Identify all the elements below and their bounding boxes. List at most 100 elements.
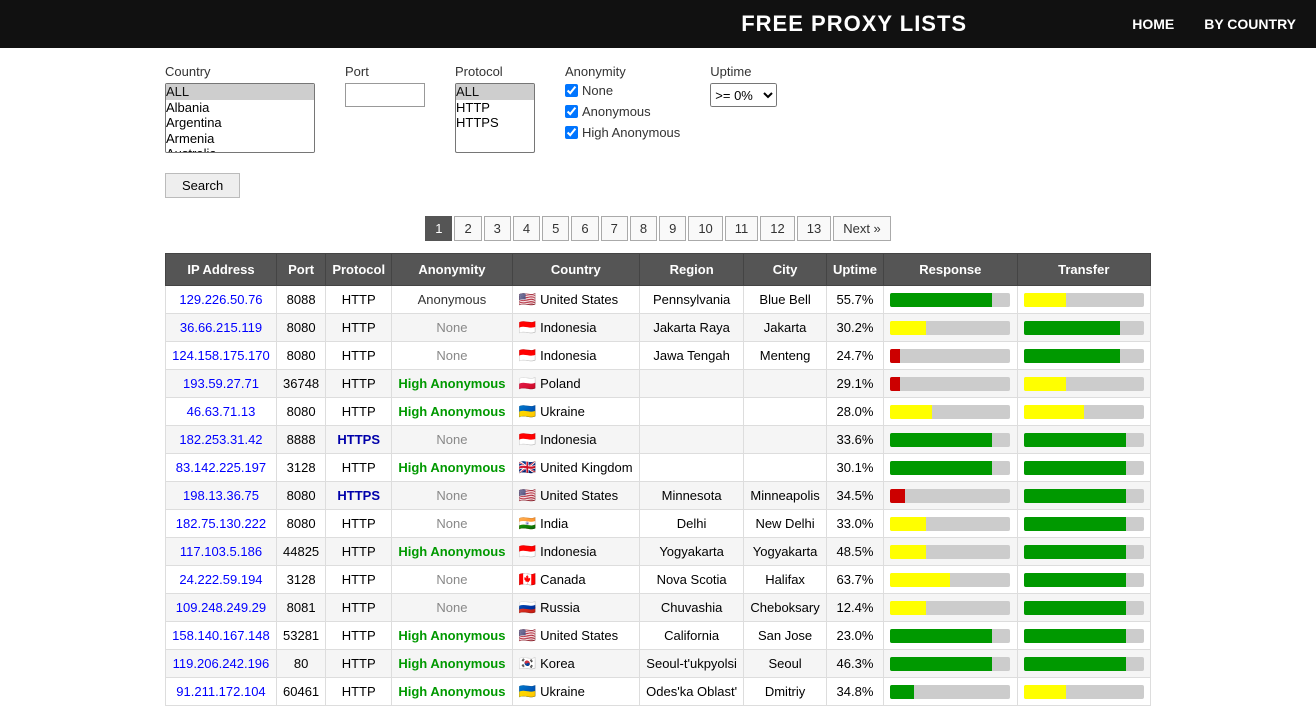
search-button[interactable]: Search <box>165 173 240 198</box>
transfer-bar <box>1024 545 1144 559</box>
country-flag: 🇮🇩 <box>519 347 536 363</box>
page-11[interactable]: 11 <box>725 216 759 241</box>
country-filter: Country ALL Albania Argentina Armenia Au… <box>165 64 315 153</box>
cell-country: 🇷🇺Russia <box>512 594 639 622</box>
transfer-bar <box>1024 629 1144 643</box>
cell-ip[interactable]: 193.59.27.71 <box>166 370 277 398</box>
anonymity-label: Anonymity <box>565 64 680 79</box>
nav-home[interactable]: HOME <box>1132 16 1174 32</box>
country-flag: 🇵🇱 <box>519 375 536 391</box>
response-bar <box>890 685 1010 699</box>
page-1[interactable]: 1 <box>425 216 452 241</box>
cell-port: 36748 <box>276 370 325 398</box>
cell-country: 🇺🇸United States <box>512 482 639 510</box>
table-row: 129.226.50.76 8088 HTTP Anonymous 🇺🇸Unit… <box>166 286 1151 314</box>
transfer-bar <box>1024 489 1144 503</box>
uptime-label: Uptime <box>710 64 777 79</box>
page-6[interactable]: 6 <box>571 216 598 241</box>
cell-region: California <box>639 622 743 650</box>
page-10[interactable]: 10 <box>688 216 722 241</box>
table-row: 193.59.27.71 36748 HTTP High Anonymous 🇵… <box>166 370 1151 398</box>
cell-transfer <box>1017 286 1150 314</box>
page-next[interactable]: Next » <box>833 216 891 241</box>
cell-response <box>884 314 1017 342</box>
col-ip: IP Address <box>166 254 277 286</box>
anon-none-checkbox[interactable] <box>565 84 578 97</box>
cell-ip[interactable]: 91.211.172.104 <box>166 678 277 706</box>
page-9[interactable]: 9 <box>659 216 686 241</box>
cell-country: 🇮🇩Indonesia <box>512 342 639 370</box>
transfer-bar <box>1024 433 1144 447</box>
cell-region: Delhi <box>639 510 743 538</box>
cell-anonymity: None <box>392 314 512 342</box>
table-row: 117.103.5.186 44825 HTTP High Anonymous … <box>166 538 1151 566</box>
cell-ip[interactable]: 83.142.225.197 <box>166 454 277 482</box>
cell-city <box>744 398 827 426</box>
cell-anonymity: High Anonymous <box>392 454 512 482</box>
anon-anonymous-checkbox[interactable] <box>565 105 578 118</box>
cell-uptime: 63.7% <box>826 566 883 594</box>
anon-high-checkbox[interactable] <box>565 126 578 139</box>
cell-country: 🇺🇸United States <box>512 286 639 314</box>
response-bar <box>890 545 1010 559</box>
page-12[interactable]: 12 <box>760 216 794 241</box>
page-2[interactable]: 2 <box>454 216 481 241</box>
cell-uptime: 24.7% <box>826 342 883 370</box>
page-5[interactable]: 5 <box>542 216 569 241</box>
cell-ip[interactable]: 158.140.167.148 <box>166 622 277 650</box>
table-row: 182.253.31.42 8888 HTTPS None 🇮🇩Indonesi… <box>166 426 1151 454</box>
protocol-select[interactable]: ALL HTTP HTTPS <box>455 83 535 153</box>
cell-city: Menteng <box>744 342 827 370</box>
cell-protocol: HTTP <box>326 594 392 622</box>
cell-ip[interactable]: 119.206.242.196 <box>166 650 277 678</box>
filters-section: Country ALL Albania Argentina Armenia Au… <box>0 48 1316 169</box>
protocol-label: Protocol <box>455 64 535 79</box>
cell-ip[interactable]: 182.75.130.222 <box>166 510 277 538</box>
cell-uptime: 46.3% <box>826 650 883 678</box>
country-select[interactable]: ALL Albania Argentina Armenia Australia <box>165 83 315 153</box>
cell-protocol: HTTP <box>326 566 392 594</box>
cell-anonymity: None <box>392 594 512 622</box>
response-bar <box>890 293 1010 307</box>
cell-anonymity: None <box>392 482 512 510</box>
cell-ip[interactable]: 24.222.59.194 <box>166 566 277 594</box>
cell-port: 8080 <box>276 510 325 538</box>
cell-anonymity: None <box>392 566 512 594</box>
port-input[interactable] <box>345 83 425 107</box>
cell-ip[interactable]: 109.248.249.29 <box>166 594 277 622</box>
col-protocol: Protocol <box>326 254 392 286</box>
country-label: Country <box>165 64 315 79</box>
response-bar <box>890 601 1010 615</box>
col-region: Region <box>639 254 743 286</box>
cell-anonymity: High Anonymous <box>392 650 512 678</box>
page-13[interactable]: 13 <box>797 216 831 241</box>
page-7[interactable]: 7 <box>601 216 628 241</box>
anon-anonymous-label[interactable]: Anonymous <box>565 104 680 119</box>
cell-ip[interactable]: 117.103.5.186 <box>166 538 277 566</box>
cell-ip[interactable]: 46.63.71.13 <box>166 398 277 426</box>
cell-city: San Jose <box>744 622 827 650</box>
cell-region: Yogyakarta <box>639 538 743 566</box>
country-flag: 🇮🇳 <box>519 515 536 531</box>
response-bar <box>890 405 1010 419</box>
cell-response <box>884 370 1017 398</box>
cell-region: Chuvashia <box>639 594 743 622</box>
cell-transfer <box>1017 482 1150 510</box>
cell-ip[interactable]: 182.253.31.42 <box>166 426 277 454</box>
page-3[interactable]: 3 <box>484 216 511 241</box>
anon-high-label[interactable]: High Anonymous <box>565 125 680 140</box>
anon-none-label[interactable]: None <box>565 83 680 98</box>
nav-by-country[interactable]: BY COUNTRY <box>1204 16 1296 32</box>
table-row: 24.222.59.194 3128 HTTP None 🇨🇦Canada No… <box>166 566 1151 594</box>
cell-protocol: HTTP <box>326 678 392 706</box>
cell-transfer <box>1017 566 1150 594</box>
cell-ip[interactable]: 124.158.175.170 <box>166 342 277 370</box>
page-4[interactable]: 4 <box>513 216 540 241</box>
page-8[interactable]: 8 <box>630 216 657 241</box>
header-nav: HOME BY COUNTRY <box>1132 16 1296 32</box>
uptime-select[interactable]: >= 0% >= 10% >= 20% >= 50% >= 80% <box>710 83 777 107</box>
cell-ip[interactable]: 36.66.215.119 <box>166 314 277 342</box>
cell-ip[interactable]: 129.226.50.76 <box>166 286 277 314</box>
cell-ip[interactable]: 198.13.36.75 <box>166 482 277 510</box>
cell-port: 80 <box>276 650 325 678</box>
